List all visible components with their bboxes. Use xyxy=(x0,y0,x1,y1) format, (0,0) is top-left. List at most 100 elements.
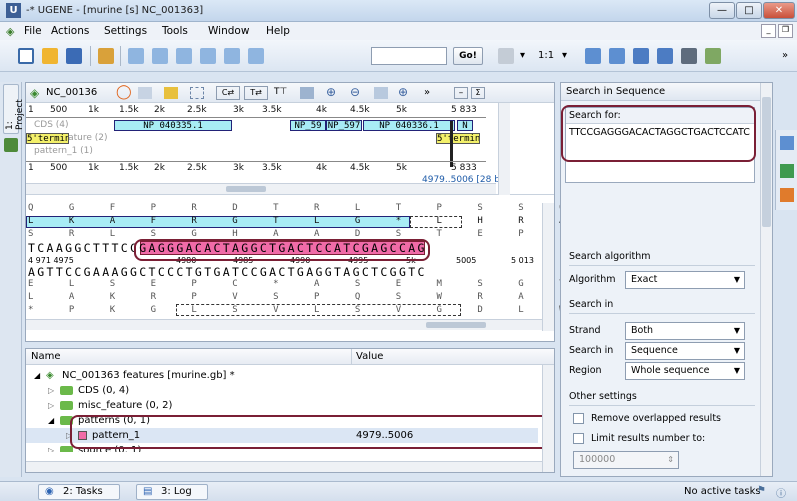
graphs-icon[interactable] xyxy=(300,87,314,99)
tree-row-misc-feature[interactable]: ▷ misc_feature (0, 2) xyxy=(26,398,538,413)
copy-translation-icon[interactable] xyxy=(176,48,192,64)
detail-horizontal-scrollbar[interactable] xyxy=(26,319,542,330)
search-algorithm-group: Search algorithm xyxy=(569,251,651,262)
minimize-view-button[interactable]: – xyxy=(454,87,468,99)
zoom-to-fit-icon[interactable] xyxy=(374,87,388,99)
mdi-minimize-button[interactable]: _ xyxy=(761,24,776,38)
chevron-down-icon[interactable]: ▾ xyxy=(520,50,525,61)
algorithm-select[interactable]: Exact ▼ xyxy=(625,271,745,289)
collapse-arrow-icon[interactable]: ▷ xyxy=(48,383,54,398)
sync-icon[interactable] xyxy=(164,87,178,99)
zoom-range-icon[interactable] xyxy=(498,48,514,64)
tree-horizontal-scrollbar[interactable] xyxy=(26,461,542,472)
annotations-tab-icon[interactable] xyxy=(780,164,794,178)
zoom-full-icon[interactable]: ⊕ xyxy=(398,85,408,99)
annotations-tree: Name Value ◢ ◈ NC_001363 features [murin… xyxy=(25,348,555,473)
scrollbar-thumb[interactable] xyxy=(426,322,486,328)
edit-sequence-icon[interactable] xyxy=(98,48,114,64)
limit-results-spinbox[interactable]: 100000 ⇕ xyxy=(573,451,679,469)
tree-row-cds[interactable]: ▷ CDS (0, 4) xyxy=(26,383,538,398)
search-tab-icon[interactable] xyxy=(780,136,794,150)
overview-horizontal-scrollbar[interactable] xyxy=(26,183,496,194)
column-name[interactable]: Name xyxy=(31,351,61,362)
maximize-button[interactable]: □ xyxy=(736,2,762,19)
collapse-arrow-icon[interactable]: ▷ xyxy=(48,398,54,413)
menu-window[interactable]: Window xyxy=(208,25,249,37)
mdi-restore-button[interactable]: ❐ xyxy=(778,24,793,38)
zoom-level[interactable]: 1:1 xyxy=(538,50,554,61)
menu-help[interactable]: Help xyxy=(266,25,290,37)
column-value[interactable]: Value xyxy=(356,351,383,362)
feature-5-terminal-left[interactable]: 5'termina xyxy=(26,133,69,144)
chevron-down-icon: ▼ xyxy=(733,366,740,375)
search-in-select[interactable]: Sequence ▼ xyxy=(625,342,745,360)
chevron-right-icon[interactable]: » xyxy=(782,50,788,61)
menu-file[interactable]: File xyxy=(24,25,42,37)
object-view-icon[interactable] xyxy=(4,138,18,152)
open-folder-icon[interactable] xyxy=(42,48,58,64)
translation-frame-6: * P K G L S V L S V G D L W xyxy=(28,305,573,315)
copy-sequence-icon[interactable] xyxy=(128,48,144,64)
search-panel-scrollbar[interactable] xyxy=(760,83,772,476)
zoom-to-selection-icon[interactable] xyxy=(138,87,152,99)
detail-vertical-scrollbar[interactable] xyxy=(542,203,554,331)
strand-select[interactable]: Both ▼ xyxy=(625,322,745,340)
tree-vertical-scrollbar[interactable] xyxy=(542,365,554,472)
menu-actions[interactable]: Actions xyxy=(51,25,89,37)
more-tools-icon[interactable]: » xyxy=(424,87,430,98)
feature-n[interactable]: N xyxy=(457,120,473,131)
expand-arrow-icon[interactable]: ◢ xyxy=(34,368,40,383)
scrollbar-thumb[interactable] xyxy=(762,97,771,227)
feature-np-59[interactable]: NP_59 xyxy=(290,120,326,131)
remove-overlapped-checkbox[interactable] xyxy=(573,413,584,424)
feature-5-terminal-right[interactable]: 5'termina xyxy=(436,133,480,144)
copy-complement-icon[interactable] xyxy=(152,48,168,64)
limit-results-checkbox[interactable] xyxy=(573,433,584,444)
notification-icon[interactable]: ⚑ xyxy=(757,485,766,496)
collapse-arrow-icon[interactable]: ▷ xyxy=(48,443,54,452)
chevron-down-icon[interactable]: ▾ xyxy=(562,50,567,61)
export-icon[interactable] xyxy=(681,48,697,64)
translation-toggle[interactable]: T⇄ xyxy=(244,86,268,100)
goto-position-input[interactable] xyxy=(371,47,447,65)
minimize-button[interactable]: — xyxy=(709,2,735,19)
feature-np-040335[interactable]: NP 040335.1 xyxy=(114,120,232,131)
feature-np-597[interactable]: NP_597 xyxy=(326,120,362,131)
menu-tools[interactable]: Tools xyxy=(162,25,188,37)
smith-waterman-icon[interactable] xyxy=(609,48,625,64)
annotations-icon[interactable] xyxy=(657,48,673,64)
tab-project[interactable]: 1: Project xyxy=(3,84,25,134)
find-pattern-icon[interactable] xyxy=(633,48,649,64)
select-range-icon[interactable] xyxy=(190,87,204,99)
region-select[interactable]: Whole sequence ▼ xyxy=(625,362,745,380)
zoom-out-icon[interactable]: ⊖ xyxy=(350,85,360,99)
tree-row-root[interactable]: ◢ ◈ NC_001363 features [murine.gb] * xyxy=(26,368,538,383)
msa-icon[interactable] xyxy=(585,48,601,64)
menu-settings[interactable]: Settings xyxy=(104,25,147,37)
statistics-tab-icon[interactable] xyxy=(780,188,794,202)
search-panel-header: Search in Sequence xyxy=(561,83,760,101)
zoom-in-icon[interactable]: ⊕ xyxy=(326,85,336,99)
copy-qualifier-icon[interactable] xyxy=(224,48,240,64)
other-settings-group: Other settings xyxy=(569,391,637,402)
close-view-button[interactable]: Σ xyxy=(471,87,485,99)
feature-np-040336[interactable]: NP 040336.1 xyxy=(363,120,455,131)
window-title: -* UGENE - [murine [s] NC_001363] xyxy=(26,5,204,16)
expand-arrow-icon[interactable]: ◢ xyxy=(48,413,54,428)
go-button[interactable]: Go! xyxy=(453,47,483,65)
paste-icon[interactable] xyxy=(248,48,264,64)
log-tab[interactable]: ▤ 3: Log xyxy=(136,484,208,500)
save-icon[interactable] xyxy=(66,48,82,64)
new-project-icon[interactable] xyxy=(18,48,34,64)
scrollbar-thumb[interactable] xyxy=(226,186,266,192)
info-icon[interactable]: ⓘ xyxy=(776,485,786,500)
complement-strand-toggle[interactable]: C⇄ xyxy=(216,86,240,100)
tree-icon[interactable] xyxy=(705,48,721,64)
circular-view-icon[interactable]: ◯ xyxy=(116,85,132,99)
overview-vertical-scrollbar[interactable] xyxy=(498,103,510,195)
sequence-icon: ◈ xyxy=(30,86,40,100)
copy-annotation-icon[interactable] xyxy=(200,48,216,64)
tasks-tab[interactable]: ◉ 2: Tasks xyxy=(38,484,120,500)
close-button[interactable]: ✕ xyxy=(763,2,795,19)
text-icon[interactable]: T⊤ xyxy=(274,87,288,99)
